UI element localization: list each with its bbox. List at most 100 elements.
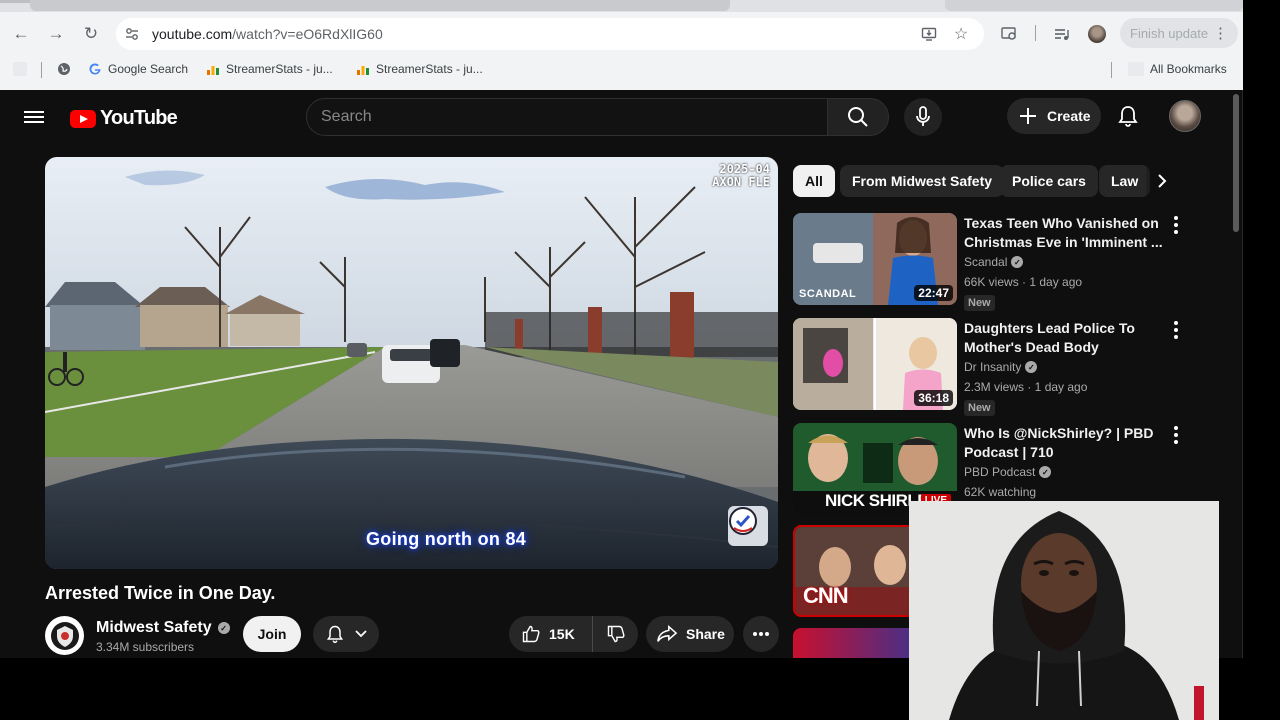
subscription-notify-button[interactable]: [313, 616, 379, 652]
back-arrow-icon[interactable]: ←: [9, 24, 33, 43]
recommended-video[interactable]: 36:18 Daughters Lead Police To Mother's …: [793, 318, 1193, 416]
reload-icon[interactable]: ↻: [79, 24, 103, 43]
search-box[interactable]: [306, 98, 828, 136]
all-bookmarks-label: All Bookmarks: [1150, 62, 1227, 76]
media-queue-icon[interactable]: [1052, 24, 1072, 44]
youtube-logo-text: YouTube: [100, 107, 178, 129]
video-title[interactable]: Texas Teen Who Vanished on Christmas Eve…: [964, 214, 1164, 252]
verified-check-icon: ✓: [1025, 361, 1038, 373]
video-thumbnail[interactable]: SCANDAL 22:47: [793, 213, 957, 305]
bookmark-streamerstats-1[interactable]: StreamerStats - ju...: [206, 62, 333, 76]
video-caption: Going north on 84: [366, 529, 527, 549]
video-options-icon[interactable]: [1168, 425, 1184, 445]
channel-name[interactable]: Dr Insanity ✓: [964, 360, 1038, 374]
bell-icon: [326, 625, 344, 644]
verified-check-icon: ✓: [217, 622, 230, 634]
channel-watermark-icon[interactable]: [728, 506, 768, 546]
chip-all[interactable]: All: [793, 165, 835, 197]
dashcam-timestamp: 2025-04 AXON FLE: [712, 163, 770, 189]
toolbar-divider: [1035, 25, 1036, 41]
chevron-down-icon: [355, 630, 367, 638]
webcam-overlay: [909, 501, 1219, 720]
video-meta: 2.3M views · 1 day ago: [964, 380, 1088, 394]
bookmark-google-search[interactable]: Google Search: [88, 62, 188, 76]
chrome-menu-icon[interactable]: ⋮: [1213, 24, 1228, 42]
page-scrollbar[interactable]: [1233, 94, 1239, 232]
install-app-icon[interactable]: [920, 25, 938, 43]
finish-update-button[interactable]: Finish update ⋮: [1120, 18, 1238, 48]
join-button[interactable]: Join: [243, 616, 301, 652]
youtube-play-icon: [70, 109, 96, 128]
account-avatar[interactable]: [1169, 100, 1201, 132]
channel-name[interactable]: Scandal ✓: [964, 255, 1024, 269]
bar-chart-icon: [357, 66, 369, 75]
create-button[interactable]: Create: [1007, 98, 1101, 134]
url-path: /watch?v=eO6RdXlIG60: [232, 26, 383, 42]
video-duration: 36:18: [914, 390, 953, 406]
video-title[interactable]: Who Is @NickShirley? | PBD Podcast | 710: [964, 424, 1164, 462]
thumbs-up-icon: [522, 625, 540, 643]
bookmark-label: StreamerStats - ju...: [226, 62, 333, 76]
forward-arrow-icon[interactable]: →: [44, 24, 68, 43]
verified-check-icon: ✓: [1011, 256, 1024, 268]
google-icon: [89, 63, 101, 75]
video-options-icon[interactable]: [1168, 320, 1184, 340]
chevron-right-icon: [1158, 174, 1167, 188]
chip-police-cars[interactable]: Police cars: [1000, 165, 1098, 197]
search-input[interactable]: [321, 108, 801, 126]
video-frame: [45, 157, 778, 569]
streamer-webcam-image: [909, 501, 1219, 720]
globe-bookmark-icon[interactable]: [57, 62, 71, 76]
video-options-icon[interactable]: [1168, 215, 1184, 235]
site-settings-icon[interactable]: [124, 26, 140, 42]
thumbs-down-icon: [607, 625, 624, 643]
video-meta: 66K views · 1 day ago: [964, 275, 1083, 289]
share-arrow-icon: [657, 625, 678, 642]
thumbnail-text: SCANDAL: [799, 288, 857, 300]
browser-tab-strip: [0, 0, 1243, 12]
channel-name[interactable]: PBD Podcast ✓: [964, 465, 1052, 479]
new-badge: New: [964, 295, 995, 311]
apps-icon[interactable]: [13, 62, 27, 76]
search-button[interactable]: [827, 98, 889, 136]
channel-avatar[interactable]: [45, 616, 84, 655]
video-duration: 22:47: [914, 285, 953, 301]
more-horizontal-icon: [753, 632, 769, 636]
folder-icon: [1128, 62, 1144, 76]
recommended-video[interactable]: SCANDAL 22:47 Texas Teen Who Vanished on…: [793, 213, 1193, 311]
menu-icon[interactable]: [24, 108, 44, 128]
dislike-button[interactable]: [593, 616, 638, 652]
video-player[interactable]: 2025-04 AXON FLE Going north on 84: [45, 157, 778, 569]
chip-law[interactable]: Law: [1099, 165, 1151, 197]
channel-name-text: PBD Podcast: [964, 465, 1036, 479]
thumbnail-text: CNN: [803, 583, 849, 608]
cast-media-icon[interactable]: [999, 24, 1019, 44]
url-text[interactable]: youtube.com/watch?v=eO6RdXlIG60: [152, 26, 383, 42]
youtube-logo[interactable]: YouTube: [70, 107, 178, 130]
chip-from-channel[interactable]: From Midwest Safety: [840, 165, 1005, 197]
bookmark-star-icon[interactable]: ☆: [952, 25, 970, 43]
filter-chips: All From Midwest Safety Police cars Law: [793, 165, 1193, 197]
video-thumbnail[interactable]: 36:18: [793, 318, 957, 410]
address-bar[interactable]: youtube.com/watch?v=eO6RdXlIG60 ☆: [116, 18, 984, 50]
microphone-icon: [916, 106, 930, 126]
video-meta: 62K watching: [964, 485, 1037, 499]
channel-name[interactable]: Midwest Safety ✓: [96, 619, 230, 637]
like-button[interactable]: 15K: [509, 616, 593, 652]
more-actions-button[interactable]: [743, 616, 779, 652]
bookmark-streamerstats-2[interactable]: StreamerStats - ju...: [356, 62, 483, 76]
url-host: youtube.com: [152, 26, 233, 42]
share-label: Share: [686, 626, 725, 642]
profile-avatar-icon[interactable]: [1087, 24, 1107, 44]
active-tab[interactable]: [30, 0, 730, 11]
all-bookmarks-button[interactable]: All Bookmarks: [1128, 62, 1227, 76]
plus-icon: [1020, 108, 1036, 124]
share-button[interactable]: Share: [646, 616, 734, 652]
voice-search-button[interactable]: [904, 98, 942, 136]
video-title[interactable]: Daughters Lead Police To Mother's Dead B…: [964, 319, 1164, 357]
channel-name-text: Dr Insanity: [964, 360, 1022, 374]
chips-next-button[interactable]: [1146, 165, 1178, 197]
inactive-tab[interactable]: [945, 0, 1243, 11]
like-count: 15K: [549, 626, 575, 642]
notifications-bell-icon[interactable]: [1116, 104, 1140, 128]
